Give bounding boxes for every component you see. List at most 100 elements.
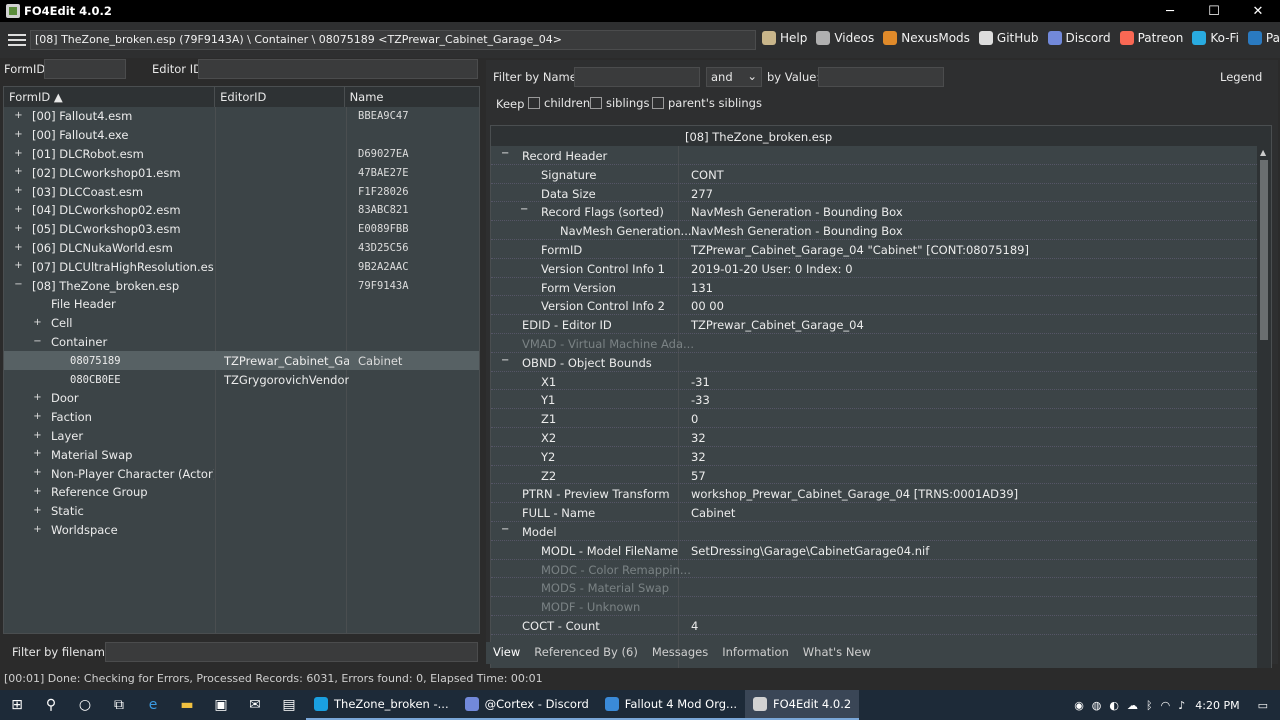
field-value[interactable]: NavMesh Generation - Bounding Box (691, 224, 903, 238)
tree-row[interactable]: File Header (4, 295, 479, 314)
record-row[interactable]: PTRN - Preview Transform workshop_Prewar_… (491, 484, 1271, 504)
tree-row[interactable]: + Material Swap (4, 445, 479, 464)
scroll-thumb[interactable] (1260, 160, 1268, 340)
link-patreon[interactable]: Patreon (1119, 31, 1183, 45)
record-row[interactable]: Signature CONT (491, 165, 1271, 184)
tree-row[interactable]: + [00] Fallout4.exe (4, 126, 479, 145)
record-row[interactable]: Version Control Info 1 2019-01-20 User: 0… (491, 259, 1271, 278)
taskbar-app[interactable]: TheZone_broken -... (306, 690, 457, 720)
record-row[interactable]: Y2 32 (491, 447, 1271, 466)
bluetooth-icon[interactable]: ᛒ (1146, 699, 1153, 712)
tree-row[interactable]: − [08] TheZone_broken.esp 79F9143A (4, 276, 479, 295)
record-row[interactable]: Z2 57 (491, 466, 1271, 485)
keep-siblings-checkbox[interactable]: siblings (590, 96, 649, 110)
tab-what-s-new[interactable]: What's New (796, 642, 878, 664)
field-value[interactable]: 32 (691, 450, 706, 464)
record-row[interactable]: Form Version 131 (491, 278, 1271, 297)
field-value[interactable]: SetDressing\Garage\CabinetGarage04.nif (691, 544, 929, 558)
collapse-icon[interactable]: − (501, 524, 509, 535)
record-row[interactable]: − Record Flags (sorted) NavMesh Generation… (491, 202, 1271, 222)
cloud-icon[interactable]: ☁ (1127, 699, 1138, 712)
record-row[interactable]: NavMesh Generation... NavMesh Generation … (491, 221, 1271, 240)
scroll-up-icon[interactable]: ▲ (1260, 148, 1266, 157)
tree-row[interactable]: + Worldspace (4, 521, 479, 540)
vertical-scrollbar[interactable]: ▲ ▼ (1257, 146, 1271, 696)
discord-tray-icon[interactable]: ◐ (1109, 699, 1119, 712)
minimize-button[interactable]: ─ (1148, 0, 1192, 22)
record-row[interactable]: EDID - Editor ID TZPrewar_Cabinet_Garage_… (491, 315, 1271, 334)
record-row[interactable]: COCT - Count 4 (491, 616, 1271, 635)
store-icon[interactable]: ▣ (204, 690, 238, 720)
tree-row[interactable]: + [03] DLCCoast.esm F1F28026 (4, 182, 479, 201)
mail-icon[interactable]: ✉ (238, 690, 272, 720)
taskbar-app[interactable]: Fallout 4 Mod Org... (596, 690, 746, 720)
link-help[interactable]: Help (762, 31, 807, 45)
tree-row[interactable]: + Layer (4, 427, 479, 446)
field-value[interactable]: CONT (691, 168, 724, 182)
editorid-filter-input[interactable] (198, 59, 478, 79)
file-explorer-icon[interactable]: ▬ (170, 690, 204, 720)
tree-row[interactable]: + Non-Player Character (Actor) (4, 464, 479, 483)
field-value[interactable]: 0 (691, 412, 698, 426)
field-value[interactable]: 00 00 (691, 299, 724, 313)
link-nexusmods[interactable]: NexusMods (883, 31, 970, 45)
link-discord[interactable]: Discord (1047, 31, 1111, 45)
record-row[interactable]: Y1 -33 (491, 390, 1271, 410)
field-value[interactable]: 2019-01-20 User: 0 Index: 0 (691, 262, 853, 276)
filter-by-name-input[interactable] (574, 67, 700, 87)
volume-icon[interactable]: ♪ (1178, 699, 1185, 712)
field-value[interactable]: TZPrewar_Cabinet_Garage_04 "Cabinet" [CO… (691, 243, 1029, 257)
by-value-input[interactable] (818, 67, 944, 87)
tree-row[interactable]: + [04] DLCworkshop02.esm 83ABC821 (4, 201, 479, 220)
tab-messages[interactable]: Messages (645, 642, 715, 664)
record-row[interactable]: MODC - Color Remappin... (491, 560, 1271, 579)
tab-information[interactable]: Information (715, 642, 796, 664)
record-row[interactable]: FormID TZPrewar_Cabinet_Garage_04 "Cabine… (491, 240, 1271, 259)
field-value[interactable]: 131 (691, 281, 713, 295)
windows-start-icon[interactable]: ⊞ (0, 690, 34, 720)
and-or-select[interactable]: and ⌄ (706, 67, 762, 87)
taskbar-app[interactable]: FO4Edit 4.0.2 (745, 690, 860, 720)
menu-icon[interactable] (8, 34, 26, 46)
field-value[interactable]: TZPrewar_Cabinet_Garage_04 (691, 318, 864, 332)
steam-icon[interactable]: ◉ (1074, 699, 1084, 712)
field-value[interactable]: NavMesh Generation - Bounding Box (691, 205, 903, 219)
record-row[interactable]: Data Size 277 (491, 184, 1271, 203)
tree-row[interactable]: + Static (4, 502, 479, 521)
link-paypal[interactable]: PayPal (1247, 31, 1280, 45)
collapse-icon[interactable]: − (520, 204, 528, 215)
tab-view[interactable]: View (486, 642, 528, 664)
collapse-icon[interactable]: − (501, 355, 509, 366)
tray-app-icon[interactable]: ◍ (1092, 699, 1102, 712)
task-view-icon[interactable]: ⧉ (102, 690, 136, 720)
field-value[interactable]: -31 (691, 375, 710, 389)
search-icon[interactable]: ⚲ (34, 690, 68, 720)
taskbar-app[interactable]: @Cortex - Discord (456, 690, 597, 720)
link-videos[interactable]: Videos (816, 31, 874, 45)
record-row[interactable]: − Model (491, 522, 1271, 541)
field-value[interactable]: 4 (691, 619, 698, 633)
collapse-icon[interactable]: − (501, 148, 509, 159)
keep-parents-siblings-checkbox[interactable]: parent's siblings (652, 96, 762, 110)
maximize-button[interactable]: ☐ (1192, 0, 1236, 22)
tree-row[interactable]: + [01] DLCRobot.esm D69027EA (4, 145, 479, 164)
col-name[interactable]: Name (345, 87, 479, 107)
field-value[interactable]: -33 (691, 393, 710, 407)
record-row[interactable]: X1 -31 (491, 372, 1271, 391)
tree-row[interactable]: + Door (4, 389, 479, 408)
tree-row[interactable]: + [06] DLCNukaWorld.esm 43D25C56 (4, 239, 479, 258)
record-row[interactable]: − Record Header (491, 146, 1271, 165)
field-value[interactable]: 277 (691, 187, 713, 201)
tree-row[interactable]: − Container (4, 333, 479, 352)
record-row[interactable]: MODF - Unknown (491, 597, 1271, 616)
tree-row[interactable]: 080CB0EE TZGrygorovichVendorChest (4, 370, 479, 389)
tree-row[interactable]: + [05] DLCworkshop03.esm E0089FBB (4, 220, 479, 239)
tree-row[interactable]: + Faction (4, 408, 479, 427)
tree-row[interactable]: + [02] DLCworkshop01.esm 47BAE27E (4, 163, 479, 182)
tree-row[interactable]: 08075189 TZPrewar_Cabinet_Ga... Cabinet (4, 351, 479, 371)
keep-children-checkbox[interactable]: children (528, 96, 590, 110)
filename-filter-input[interactable] (105, 642, 478, 662)
record-row[interactable]: VMAD - Virtual Machine Ada... (491, 334, 1271, 353)
record-row[interactable]: FULL - Name Cabinet (491, 503, 1271, 522)
tree-row[interactable]: + [07] DLCUltraHighResolution.esm 9B2A2AAC (4, 257, 479, 276)
